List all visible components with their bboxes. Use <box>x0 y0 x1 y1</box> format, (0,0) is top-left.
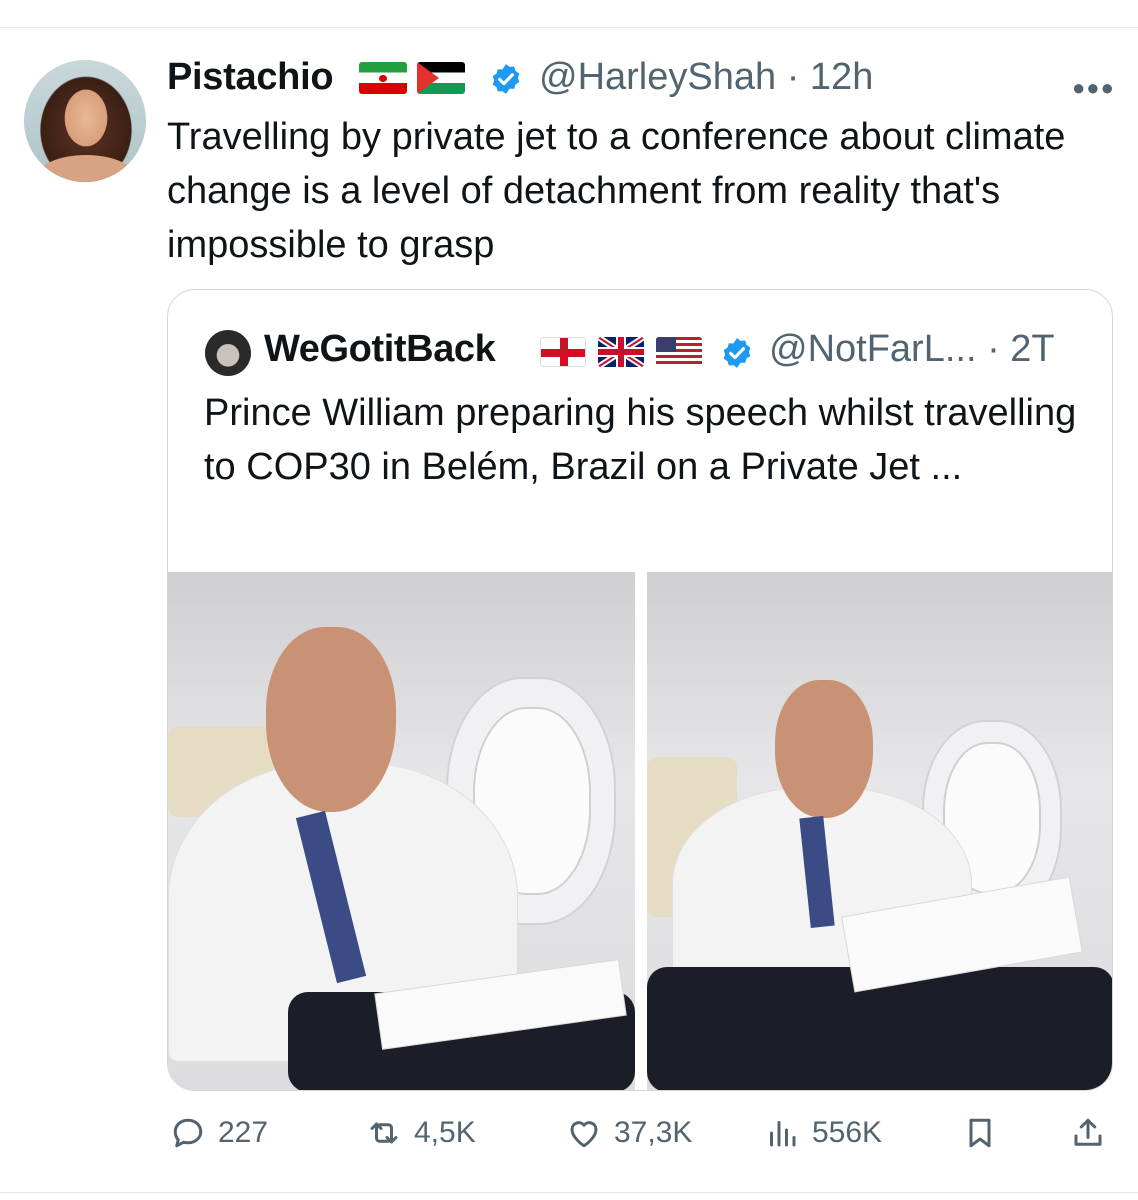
author-name[interactable]: Pistachio <box>167 56 334 99</box>
views-button[interactable]: 556K <box>764 1115 882 1151</box>
author-handle[interactable]: @HarleyShah <box>539 56 776 98</box>
quoted-photo-2[interactable] <box>647 572 1112 1090</box>
author-avatar[interactable] <box>24 60 146 182</box>
reply-icon <box>173 1118 203 1148</box>
post-text: Travelling by private jet to a conferenc… <box>167 116 1066 266</box>
quoted-time: 2T <box>1010 328 1055 370</box>
quoted-author-avatar <box>205 330 251 376</box>
post-time[interactable]: 12h <box>810 56 873 98</box>
bottom-divider <box>0 1192 1138 1193</box>
author-handle-and-time[interactable]: @HarleyShah · 12h <box>539 56 873 99</box>
repost-count: 4,5K <box>414 1116 476 1149</box>
post-actions-bar: 227 4,5K 37,3K 556K <box>0 1115 1138 1165</box>
repost-icon <box>370 1122 398 1144</box>
verified-badge-icon <box>723 338 751 368</box>
quoted-handle-and-time: @NotFarL... · 2T <box>769 328 1055 371</box>
share-button[interactable] <box>1070 1115 1106 1151</box>
share-icon <box>1074 1118 1102 1146</box>
quoted-author-name: WeGotitBack <box>264 328 496 370</box>
bookmark-icon <box>969 1118 991 1148</box>
quoted-post[interactable]: WeGotitBack @NotFarL... · 2T Prince Will… <box>167 289 1113 1091</box>
reply-button[interactable]: 227 <box>170 1115 268 1151</box>
iran-flag-icon <box>359 62 407 94</box>
quoted-photo-1[interactable] <box>168 572 635 1090</box>
view-count: 556K <box>812 1116 883 1149</box>
repost-button[interactable]: 4,5K <box>366 1115 476 1151</box>
quoted-post-text: Prince William preparing his speech whil… <box>204 392 1077 488</box>
bookmark-button[interactable] <box>962 1115 998 1151</box>
quoted-author-flags <box>540 337 702 367</box>
england-flag-icon <box>540 337 586 367</box>
like-button[interactable]: 37,3K <box>566 1115 692 1151</box>
quoted-handle: @NotFarL... <box>769 328 977 370</box>
uk-flag-icon <box>598 337 644 367</box>
more-icon[interactable]: ●●● <box>1072 75 1115 101</box>
like-icon <box>570 1121 598 1148</box>
separator: · <box>786 56 800 98</box>
us-flag-icon <box>656 337 702 367</box>
palestine-flag-icon <box>417 62 465 94</box>
separator: · <box>987 328 1000 370</box>
reply-count: 227 <box>218 1116 269 1149</box>
views-icon <box>770 1121 796 1147</box>
verified-badge-icon <box>492 64 520 94</box>
author-flags <box>359 62 465 94</box>
top-divider <box>0 27 1138 28</box>
like-count: 37,3K <box>614 1116 693 1149</box>
